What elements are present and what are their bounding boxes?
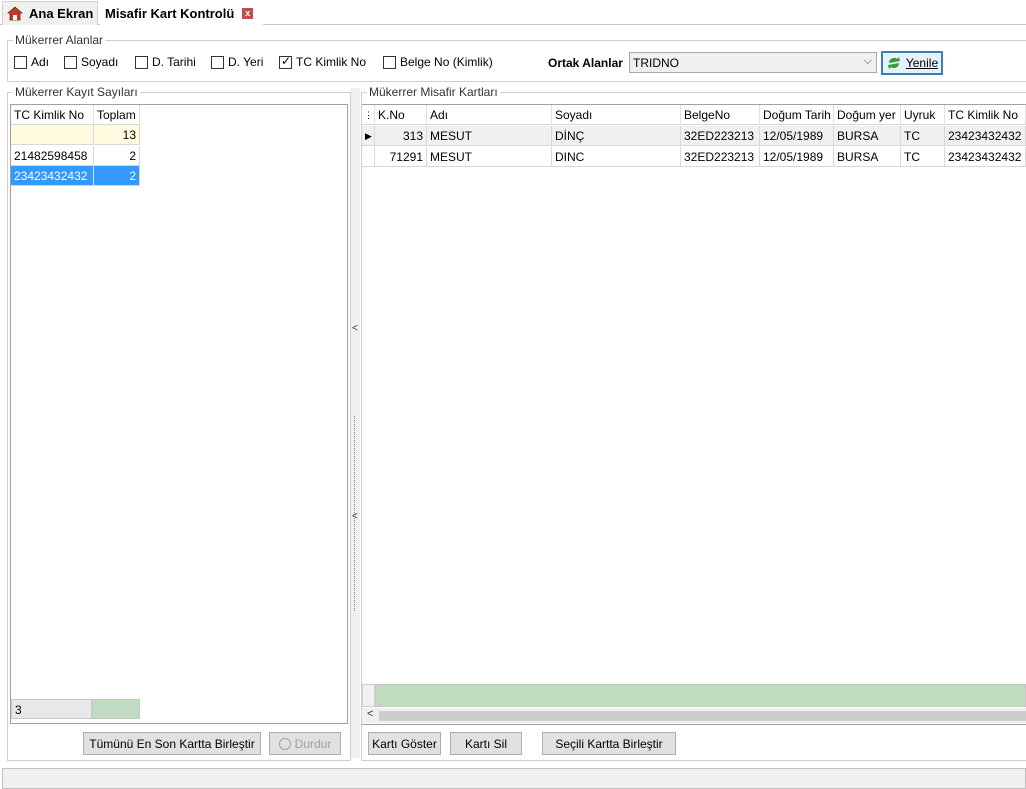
table-cell[interactable]: 71291 <box>375 147 427 167</box>
table-row-count-selected[interactable]: 2 <box>94 166 140 186</box>
merge-selected-button[interactable]: Seçili Kartta Birleştir <box>542 732 676 755</box>
checkbox-label: Belge No (Kimlik) <box>400 55 493 69</box>
table-cell[interactable]: DINC <box>552 147 681 167</box>
column-chooser-icon[interactable]: ⋮ <box>362 105 375 125</box>
column-header[interactable]: TC Kimlik No <box>945 105 1026 125</box>
status-bar <box>2 768 1026 789</box>
table-cell[interactable]: BURSA <box>834 147 901 167</box>
table-row-tc-selected[interactable]: 23423432432 <box>11 166 94 186</box>
tab-label: Ana Ekran <box>29 6 94 21</box>
chevron-down-icon[interactable]: ⌵ <box>864 55 872 68</box>
table-cell[interactable]: BURSA <box>834 126 901 146</box>
checkbox-box[interactable] <box>64 55 77 69</box>
common-fields-label: Ortak Alanlar <box>548 56 623 70</box>
table-cell[interactable]: 23423432432 <box>945 147 1026 167</box>
checkbox-box[interactable] <box>135 55 148 69</box>
checkbox-label: TC Kimlik No <box>296 55 367 69</box>
checkbox-label: D. Yeri <box>228 55 264 69</box>
divider <box>362 724 1026 725</box>
checkbox-box[interactable] <box>14 55 27 69</box>
cards-grid[interactable]: ⋮ K.No Adı Soyadı BelgeNo Doğum Tarih Do… <box>362 104 1026 723</box>
splitter[interactable]: < < <box>351 88 360 758</box>
column-header[interactable]: Uyruk <box>901 105 945 125</box>
column-header[interactable]: Soyadı <box>552 105 681 125</box>
table-cell[interactable]: 32ED223213 <box>681 147 760 167</box>
checkbox-label: Adı <box>31 55 50 69</box>
group-title: Mükerrer Alanlar <box>13 33 106 47</box>
checkbox-box[interactable] <box>211 55 224 69</box>
checkbox-soyadi[interactable]: Soyadı <box>64 55 118 69</box>
total-row-empty <box>11 125 94 145</box>
table-row-count[interactable]: 2 <box>94 146 140 166</box>
tab-label: Misafir Kart Kontrolü <box>105 5 235 21</box>
refresh-label: Yenile <box>905 56 939 70</box>
delete-card-button[interactable]: Kartı Sil <box>450 732 522 755</box>
checkbox-belge-no[interactable]: Belge No (Kimlik) <box>383 55 493 69</box>
column-header[interactable]: TC Kimlik No <box>11 105 94 125</box>
refresh-icon <box>887 57 900 69</box>
scrollbar-thumb[interactable] <box>379 711 1026 721</box>
checkbox-label: Soyadı <box>81 55 119 69</box>
column-header[interactable]: K.No <box>375 105 427 125</box>
home-icon <box>7 5 23 20</box>
current-row-indicator-icon: ▶ <box>362 126 375 146</box>
column-header[interactable]: Doğum yer <box>834 105 901 125</box>
footer-row-count: 3 <box>11 699 92 719</box>
table-cell[interactable]: 12/05/1989 <box>760 126 834 146</box>
group-title: Mükerrer Kayıt Sayıları <box>13 85 140 99</box>
checkbox-label: D. Tarihi <box>152 55 196 69</box>
checkbox-box[interactable] <box>279 54 292 69</box>
checkbox-tc-kimlik-no[interactable]: TC Kimlik No <box>279 54 367 69</box>
merge-all-button[interactable]: Tümünü En Son Kartta Birleştir <box>83 732 261 755</box>
column-header[interactable]: BelgeNo <box>681 105 760 125</box>
counts-grid[interactable]: TC Kimlik No Toplam 13 21482598458 2 234… <box>10 104 348 724</box>
tab-misafir-kart-kontrolu[interactable]: Misafir Kart Kontrolü x <box>100 1 263 25</box>
table-cell[interactable]: MESUT <box>427 147 552 167</box>
power-icon <box>278 737 291 750</box>
common-fields-value: TRIDNO <box>633 55 679 70</box>
table-cell[interactable]: TC <box>901 147 945 167</box>
footer-summary <box>92 699 140 719</box>
horizontal-scrollbar[interactable]: < <box>362 708 1026 723</box>
total-count: 13 <box>94 125 140 145</box>
scroll-left-icon[interactable]: < <box>367 708 373 720</box>
common-fields-select[interactable]: TRIDNO ⌵ <box>629 52 877 73</box>
table-cell[interactable]: 23423432432 <box>945 126 1026 146</box>
tab-ana-ekran[interactable]: Ana Ekran <box>2 1 98 25</box>
stop-label: Durdur <box>294 736 332 751</box>
group-title: Mükerrer Misafir Kartları <box>367 85 500 99</box>
table-row-tc[interactable]: 21482598458 <box>11 146 94 166</box>
show-card-button[interactable]: Kartı Göster <box>368 732 441 755</box>
column-header[interactable]: Doğum Tarih <box>760 105 834 125</box>
checkbox-d-yeri[interactable]: D. Yeri <box>211 55 263 69</box>
footer-summary <box>375 684 1026 707</box>
table-cell[interactable]: MESUT <box>427 126 552 146</box>
chevron-left-icon[interactable]: < <box>352 511 358 522</box>
row-indicator <box>362 147 375 167</box>
footer-indicator <box>362 684 375 707</box>
table-cell[interactable]: 12/05/1989 <box>760 147 834 167</box>
table-cell[interactable]: 32ED223213 <box>681 126 760 146</box>
checkbox-adi[interactable]: Adı <box>14 55 49 69</box>
tab-bar: Ana Ekran Misafir Kart Kontrolü x <box>0 0 1026 25</box>
table-cell[interactable]: TC <box>901 126 945 146</box>
checkbox-box[interactable] <box>383 55 396 69</box>
refresh-button[interactable]: Yenile <box>881 51 943 75</box>
table-cell[interactable]: 313 <box>375 126 427 146</box>
chevron-left-icon[interactable]: < <box>352 323 358 334</box>
table-cell[interactable]: DİNÇ <box>552 126 681 146</box>
column-header[interactable]: Toplam <box>94 105 140 125</box>
stop-button[interactable]: Durdur <box>269 732 341 755</box>
column-header[interactable]: Adı <box>427 105 552 125</box>
close-icon[interactable]: x <box>242 7 254 19</box>
checkbox-d-tarihi[interactable]: D. Tarihi <box>135 55 196 69</box>
